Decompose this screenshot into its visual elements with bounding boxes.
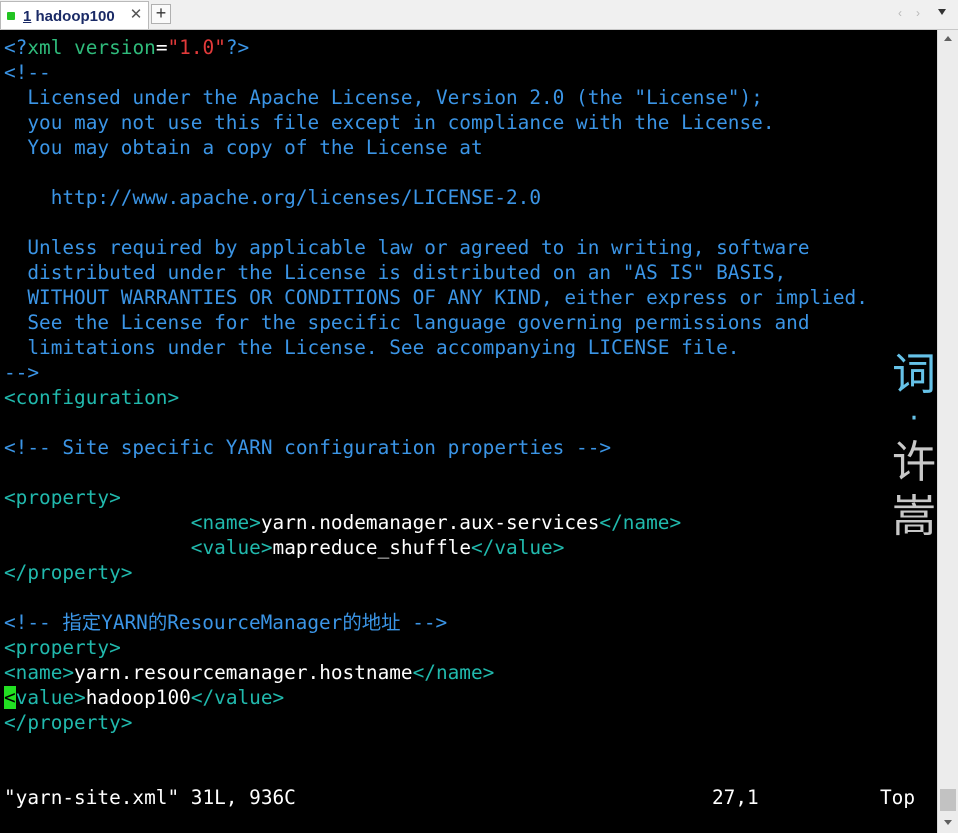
lyric-watermark: 词 · 许 嵩 — [890, 348, 938, 544]
xml-decl-close: ?> — [225, 36, 250, 59]
license-line: http://www.apache.org/licenses/LICENSE-2… — [4, 186, 542, 209]
value-value: hadoop100 — [85, 686, 191, 709]
license-line: <!-- — [4, 61, 51, 84]
tab-number: 1 — [23, 8, 32, 25]
property-close-tag: </property> — [4, 711, 133, 734]
property-open-tag: <property> — [4, 636, 121, 659]
status-file-info: "yarn-site.xml" 31L, 936C — [4, 786, 296, 809]
property-open-tag: <property> — [4, 486, 121, 509]
tab-list-menu-icon[interactable] — [938, 9, 946, 15]
prop2-value-line: <value>hadoop100</value> — [4, 685, 284, 710]
status-scroll-position: Top — [880, 786, 916, 809]
name-close-tag: </name> — [599, 511, 682, 534]
status-cursor-position: 27,1 — [712, 786, 759, 809]
xml-declaration-line: <?xml version="1.0"?> — [4, 35, 249, 60]
name-open-tag: <name> — [4, 661, 75, 684]
license-line: --> — [4, 361, 40, 384]
value-open-tag: <value> — [190, 536, 273, 559]
xml-decl-tag: xml — [27, 36, 63, 59]
name-value: yarn.resourcemanager.hostname — [74, 661, 413, 684]
xml-decl-eq: = — [155, 36, 168, 59]
license-line: WITHOUT WARRANTIES OR CONDITIONS OF ANY … — [4, 286, 868, 309]
connected-status-icon — [7, 12, 15, 20]
xml-decl-value: "1.0" — [167, 36, 226, 59]
watermark-separator: · — [909, 401, 919, 436]
property-close-tag: </property> — [4, 561, 133, 584]
rm-comment-line: <!-- 指定YARN的ResourceManager的地址 --> — [4, 611, 448, 634]
vertical-scrollbar[interactable] — [937, 30, 958, 833]
watermark-char: 嵩 — [892, 491, 936, 542]
tab-scroll-right-icon[interactable]: › — [916, 6, 920, 20]
name-close-tag: </name> — [412, 661, 495, 684]
scroll-down-icon[interactable] — [944, 820, 952, 825]
site-comment-line: <!-- Site specific YARN configuration pr… — [4, 436, 612, 459]
tab-scroll-left-icon[interactable]: ‹ — [898, 6, 902, 20]
watermark-char: 许 — [892, 437, 936, 488]
tab-label: 1 hadoop100 — [23, 8, 115, 25]
close-tab-icon[interactable]: ✕ — [128, 6, 144, 24]
value-value: mapreduce_shuffle — [272, 536, 471, 559]
session-tab[interactable]: 1 hadoop100 ✕ — [0, 1, 149, 29]
scrollbar-thumb[interactable] — [940, 789, 956, 811]
tab-bar: 1 hadoop100 ✕ + ‹ › — [0, 0, 958, 30]
name-open-tag: <name> — [190, 511, 261, 534]
license-line: you may not use this file except in comp… — [4, 111, 775, 134]
prop2-name-line: <name>yarn.resourcemanager.hostname</nam… — [4, 660, 494, 685]
text-cursor: < — [4, 686, 16, 709]
license-line: Licensed under the Apache License, Versi… — [4, 86, 763, 109]
tab-title: hadoop100 — [35, 8, 115, 25]
license-line: You may obtain a copy of the License at — [4, 136, 483, 159]
watermark-char: 词 — [892, 349, 936, 400]
xml-decl-attr: version — [74, 36, 156, 59]
license-line: See the License for the specific languag… — [4, 311, 810, 334]
name-value: yarn.nodemanager.aux-services — [260, 511, 600, 534]
license-line: distributed under the License is distrib… — [4, 261, 787, 284]
xml-decl-open: <? — [4, 36, 28, 59]
value-close-tag: </value> — [471, 536, 565, 559]
value-close-tag: </value> — [190, 686, 285, 709]
value-open-tag: value> — [15, 686, 86, 709]
terminal-area[interactable]: <?xml version="1.0"?> <!-- Licensed unde… — [0, 30, 936, 833]
scroll-up-icon[interactable] — [944, 36, 952, 41]
configuration-open-tag: <configuration> — [4, 386, 180, 409]
prop1-name-line: <name>yarn.nodemanager.aux-services</nam… — [4, 510, 681, 535]
prop1-value-line: <value>mapreduce_shuffle</value> — [4, 535, 565, 560]
license-line: Unless required by applicable law or agr… — [4, 236, 810, 259]
license-line: limitations under the License. See accom… — [4, 336, 740, 359]
add-tab-button[interactable]: + — [151, 4, 171, 24]
